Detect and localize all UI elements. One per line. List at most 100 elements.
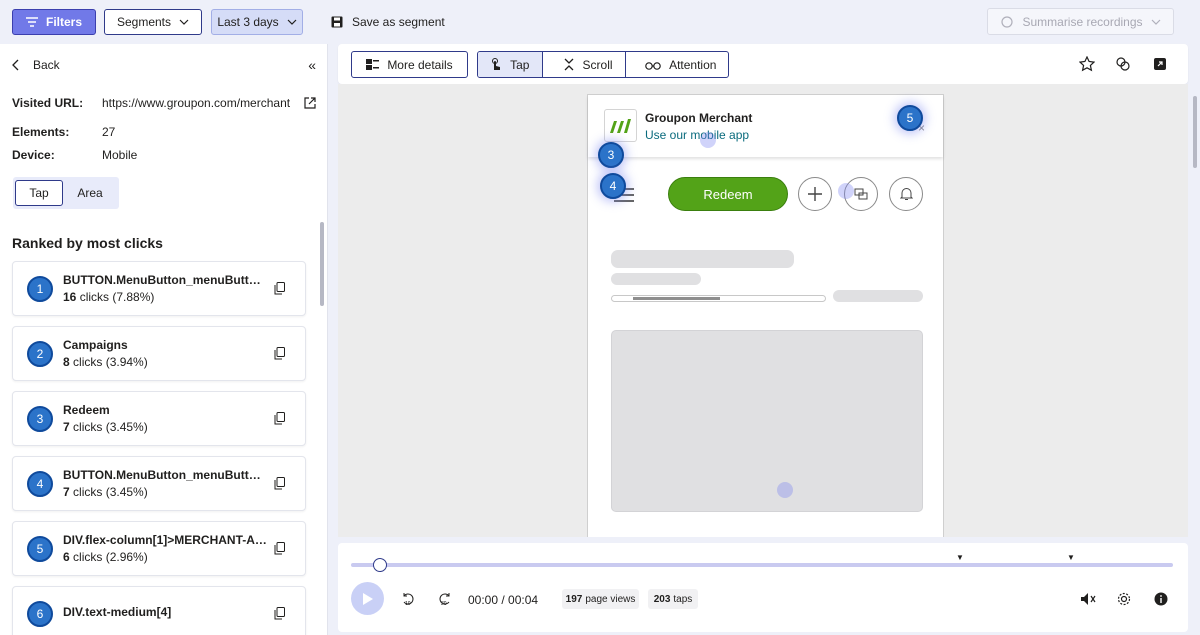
open-external-icon[interactable] [304, 97, 316, 109]
heat-marker[interactable]: 4 [600, 173, 626, 199]
back-label: Back [33, 58, 60, 72]
filters-label: Filters [45, 15, 82, 29]
mute-icon[interactable] [1080, 592, 1096, 606]
tap-glow [700, 132, 716, 148]
element-name: Campaigns [63, 338, 128, 352]
tap-hand-icon [492, 58, 501, 70]
more-details-button[interactable]: More details [351, 51, 468, 78]
copy-icon[interactable] [274, 412, 285, 425]
save-segment-button[interactable]: Save as segment [331, 15, 445, 29]
play-icon [362, 592, 373, 605]
copy-icon[interactable] [274, 347, 285, 360]
event-marker[interactable]: ▼ [956, 553, 964, 562]
taps-badge: 203 taps [648, 589, 698, 609]
click-percent: clicks (3.45%) [73, 420, 148, 434]
elements-value: 27 [102, 125, 116, 139]
click-count: 6 [63, 550, 70, 564]
page-views-count: 197 [565, 593, 583, 605]
click-count: 8 [63, 355, 70, 369]
chevron-down-icon [179, 19, 189, 25]
element-name: BUTTON.MenuButton_menuButton_... [63, 273, 268, 287]
elements-row: Elements: 27 [12, 125, 316, 139]
list-item[interactable]: 4 BUTTON.MenuButton_menuButton_... 7 cli… [12, 456, 306, 511]
toggle-area[interactable]: Area [63, 180, 117, 206]
list-item[interactable]: 2 Campaigns 8 clicks (3.94%) [12, 326, 306, 381]
click-percent: clicks (7.88%) [79, 290, 155, 304]
visited-url-key: Visited URL: [12, 96, 84, 110]
toggle-tap[interactable]: Tap [15, 180, 63, 206]
app-banner: Groupon Merchant Use our mobile app × [588, 95, 943, 157]
click-percent: clicks (3.94%) [73, 355, 148, 369]
canvas-scrollbar[interactable] [1193, 96, 1197, 168]
tab-scroll[interactable]: Scroll [551, 52, 626, 77]
chevron-down-icon [287, 19, 297, 25]
expand-icon[interactable] [1152, 56, 1168, 72]
tab-tap[interactable]: Tap [478, 52, 543, 77]
filters-button[interactable]: Filters [12, 9, 96, 35]
collapse-panel-icon[interactable]: « [308, 57, 316, 73]
notifications-button[interactable] [889, 177, 923, 211]
tab-attention[interactable]: Attention [634, 52, 728, 77]
svg-text:30: 30 [441, 601, 447, 606]
rank-badge: 4 [27, 470, 53, 497]
add-button[interactable] [798, 177, 832, 211]
heat-marker[interactable]: 3 [598, 142, 624, 168]
skeleton-progress [611, 295, 826, 302]
timeline-track[interactable] [351, 563, 1173, 567]
segments-dropdown[interactable]: Segments [104, 9, 202, 35]
copy-icon[interactable] [274, 477, 285, 490]
copy-icon[interactable] [274, 607, 285, 620]
click-percent: clicks (2.96%) [73, 550, 148, 564]
tap-glow [838, 183, 854, 199]
list-item[interactable]: 3 Redeem 7 clicks (3.45%) [12, 391, 306, 446]
app-link[interactable]: Use our mobile app [645, 128, 749, 142]
chat-icon [854, 188, 868, 200]
play-button[interactable] [351, 582, 384, 615]
summarise-label: Summarise recordings [1022, 14, 1143, 29]
more-details-label: More details [387, 57, 453, 72]
device-row: Device: Mobile [12, 148, 316, 162]
copy-icon[interactable] [274, 542, 285, 555]
skeleton-line [611, 273, 701, 285]
element-name: BUTTON.MenuButton_menuButton_... [63, 468, 268, 482]
rank-badge: 6 [27, 600, 53, 627]
plus-icon [808, 187, 822, 201]
heat-marker[interactable]: 5 [897, 105, 923, 131]
timeline-thumb[interactable] [373, 558, 387, 572]
list-item[interactable]: 5 DIV.flex-column[1]>MERCHANT-APP... 6 c… [12, 521, 306, 576]
list-item[interactable]: 6 DIV.text-medium[4] [12, 586, 306, 635]
segments-label: Segments [116, 15, 172, 29]
glasses-icon [645, 61, 661, 70]
star-icon[interactable] [1079, 56, 1095, 72]
redeem-button[interactable]: Redeem [668, 177, 788, 211]
left-panel: Back « Visited URL: https://www.groupon.… [0, 44, 328, 635]
ranked-title: Ranked by most clicks [12, 235, 163, 251]
app-title: Groupon Merchant [645, 111, 753, 125]
attention-label: Attention [669, 57, 717, 72]
list-item[interactable]: 1 BUTTON.MenuButton_menuButton_... 16 cl… [12, 261, 306, 316]
info-icon[interactable] [1154, 592, 1168, 606]
rank-badge: 1 [27, 275, 53, 302]
event-marker[interactable]: ▼ [1067, 553, 1075, 562]
bell-icon [899, 188, 913, 200]
skeleton-line [833, 290, 923, 302]
date-range-dropdown[interactable]: Last 3 days [211, 9, 303, 35]
forward-30-icon[interactable]: 30 [438, 592, 452, 606]
playback-controls: ▼ ▼ 10 30 00:00 / 00:04 197 page views 2… [338, 543, 1188, 632]
taps-label: taps [673, 593, 693, 605]
summarise-recordings-button[interactable]: Summarise recordings [987, 8, 1174, 35]
visited-url-value: https://www.groupon.com/merchant [102, 96, 291, 110]
element-name: DIV.flex-column[1]>MERCHANT-APP... [63, 533, 268, 547]
svg-text:10: 10 [405, 601, 411, 606]
copy-icon[interactable] [274, 282, 285, 295]
rewind-10-icon[interactable]: 10 [401, 592, 415, 606]
settings-gear-icon[interactable] [1117, 592, 1131, 606]
tap-label: Tap [510, 57, 530, 72]
click-count: 16 [63, 290, 77, 304]
elements-key: Elements: [12, 125, 70, 139]
left-scrollbar[interactable] [320, 222, 324, 306]
save-segment-label: Save as segment [352, 15, 445, 29]
back-button[interactable]: Back [12, 58, 60, 72]
heatmap-mode-group: Tap Scroll Attention [477, 51, 729, 78]
share-link-icon[interactable] [1115, 56, 1131, 72]
